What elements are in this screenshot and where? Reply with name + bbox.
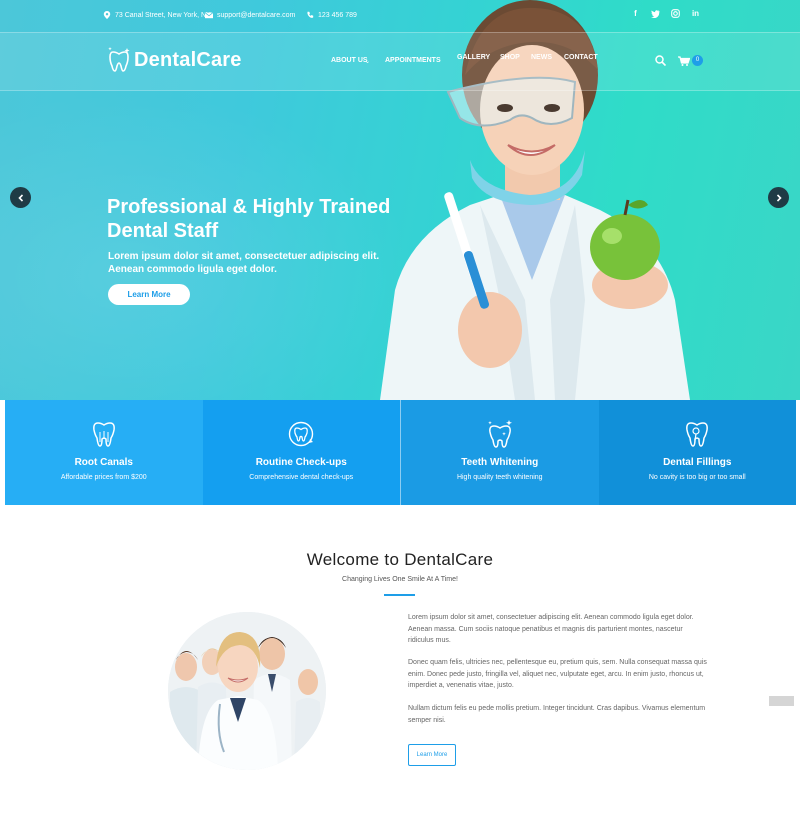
service-description: Comprehensive dental check-ups [249, 474, 354, 481]
hero-title: Professional & Highly Trained Dental Sta… [107, 195, 427, 243]
nav-gallery[interactable]: GALLERY [457, 54, 490, 61]
nav-about-us[interactable]: ABOUT US [331, 57, 368, 64]
chevron-right-icon [776, 193, 782, 202]
phone-info: 123 456 789 [306, 11, 357, 19]
chevron-down-icon: ⌄ [365, 59, 371, 65]
welcome-paragraph: Lorem ipsum dolor sit amet, consectetuer… [408, 614, 694, 644]
hero-slider: 73 Canal Street, New York, NY support@de… [0, 0, 800, 400]
service-title: Dental Fillings [663, 457, 732, 468]
slider-next-button[interactable] [768, 187, 789, 208]
top-info-bar: 73 Canal Street, New York, NY support@de… [0, 0, 800, 33]
service-routine-checkups[interactable]: Routine Check-ups Comprehensive dental c… [202, 400, 400, 505]
shopping-cart-icon [678, 55, 690, 66]
cart-button[interactable]: 0 [678, 55, 703, 66]
facebook-icon[interactable]: f [631, 9, 640, 18]
nav-shop[interactable]: SHOP [500, 54, 520, 61]
email-info[interactable]: support@dentalcare.com [205, 11, 295, 19]
hero-background-overlay [0, 90, 420, 400]
hero-subtitle-line: Lorem ipsum dolor sit amet, consectetuer… [108, 251, 380, 262]
slider-prev-button[interactable] [10, 187, 31, 208]
hero-learn-more-button[interactable]: Learn More [108, 284, 190, 305]
social-links: f in [631, 9, 700, 19]
nav-appointments[interactable]: APPOINTMENTS [385, 57, 441, 64]
service-teeth-whitening[interactable]: Teeth Whitening High quality teeth white… [400, 400, 599, 505]
hero-subtitle: Lorem ipsum dolor sit amet, consectetuer… [108, 250, 408, 276]
welcome-learn-more-button[interactable]: Learn More [408, 744, 456, 766]
service-description: Affordable prices from $200 [60, 474, 147, 481]
hero-subtitle-line: Aenean commodo ligula eget dolor. [108, 264, 277, 275]
address-text: 73 Canal Street, New York, NY [115, 11, 211, 19]
welcome-title: Welcome to DentalCare [306, 550, 494, 569]
service-root-canals[interactable]: Root Canals Affordable prices from $200 [5, 400, 203, 505]
service-dental-fillings[interactable]: Dental Fillings No cavity is too big or … [598, 400, 796, 505]
tooth-logo-icon [108, 47, 130, 72]
section-divider [384, 594, 415, 596]
hero-title-line: Professional & Highly Trained [107, 196, 391, 218]
service-description: High quality teeth whitening [456, 474, 543, 481]
main-navbar: DentalCare ABOUT US ⌄ APPOINTMENTS GALLE… [0, 33, 800, 91]
welcome-paragraph: Donec quam felis, ultricies nec, pellent… [408, 659, 707, 689]
instagram-icon[interactable] [671, 9, 680, 18]
service-description: No cavity is too big or too small [648, 474, 746, 481]
services-strip: Root Canals Affordable prices from $200 … [5, 400, 796, 505]
hero-title-line: Dental Staff [107, 220, 219, 242]
nav-contact[interactable]: CONTACT [564, 54, 598, 61]
address-info: 73 Canal Street, New York, NY [103, 11, 211, 19]
welcome-subtitle: Changing Lives One Smile At A Time! [342, 576, 458, 583]
twitter-icon[interactable] [651, 9, 660, 19]
service-title: Root Canals [74, 457, 133, 468]
service-title: Teeth Whitening [461, 457, 539, 468]
phone-text: 123 456 789 [318, 11, 357, 19]
chevron-left-icon [17, 193, 23, 202]
tooth-checkup-icon [289, 421, 314, 447]
search-icon[interactable] [655, 55, 666, 66]
nav-utility-icons: 0 [655, 55, 703, 66]
email-text[interactable]: support@dentalcare.com [217, 12, 295, 19]
map-pin-icon [103, 11, 111, 19]
nav-news[interactable]: NEWS [531, 54, 552, 61]
tooth-filling-icon [686, 422, 709, 447]
welcome-paragraph: Nullam dictum felis eu pede mollis preti… [408, 705, 706, 724]
team-photo [168, 612, 326, 770]
scroll-to-top-button[interactable] [769, 696, 794, 706]
phone-icon [307, 11, 314, 18]
cart-count-badge: 0 [692, 55, 703, 66]
service-title: Routine Check-ups [255, 457, 347, 468]
linkedin-icon[interactable]: in [691, 9, 700, 18]
tooth-roots-icon [92, 422, 115, 447]
envelope-icon [205, 12, 213, 19]
site-logo[interactable]: DentalCare [107, 47, 242, 73]
tooth-sparkle-icon [487, 420, 512, 448]
logo-text: DentalCare [134, 48, 242, 71]
